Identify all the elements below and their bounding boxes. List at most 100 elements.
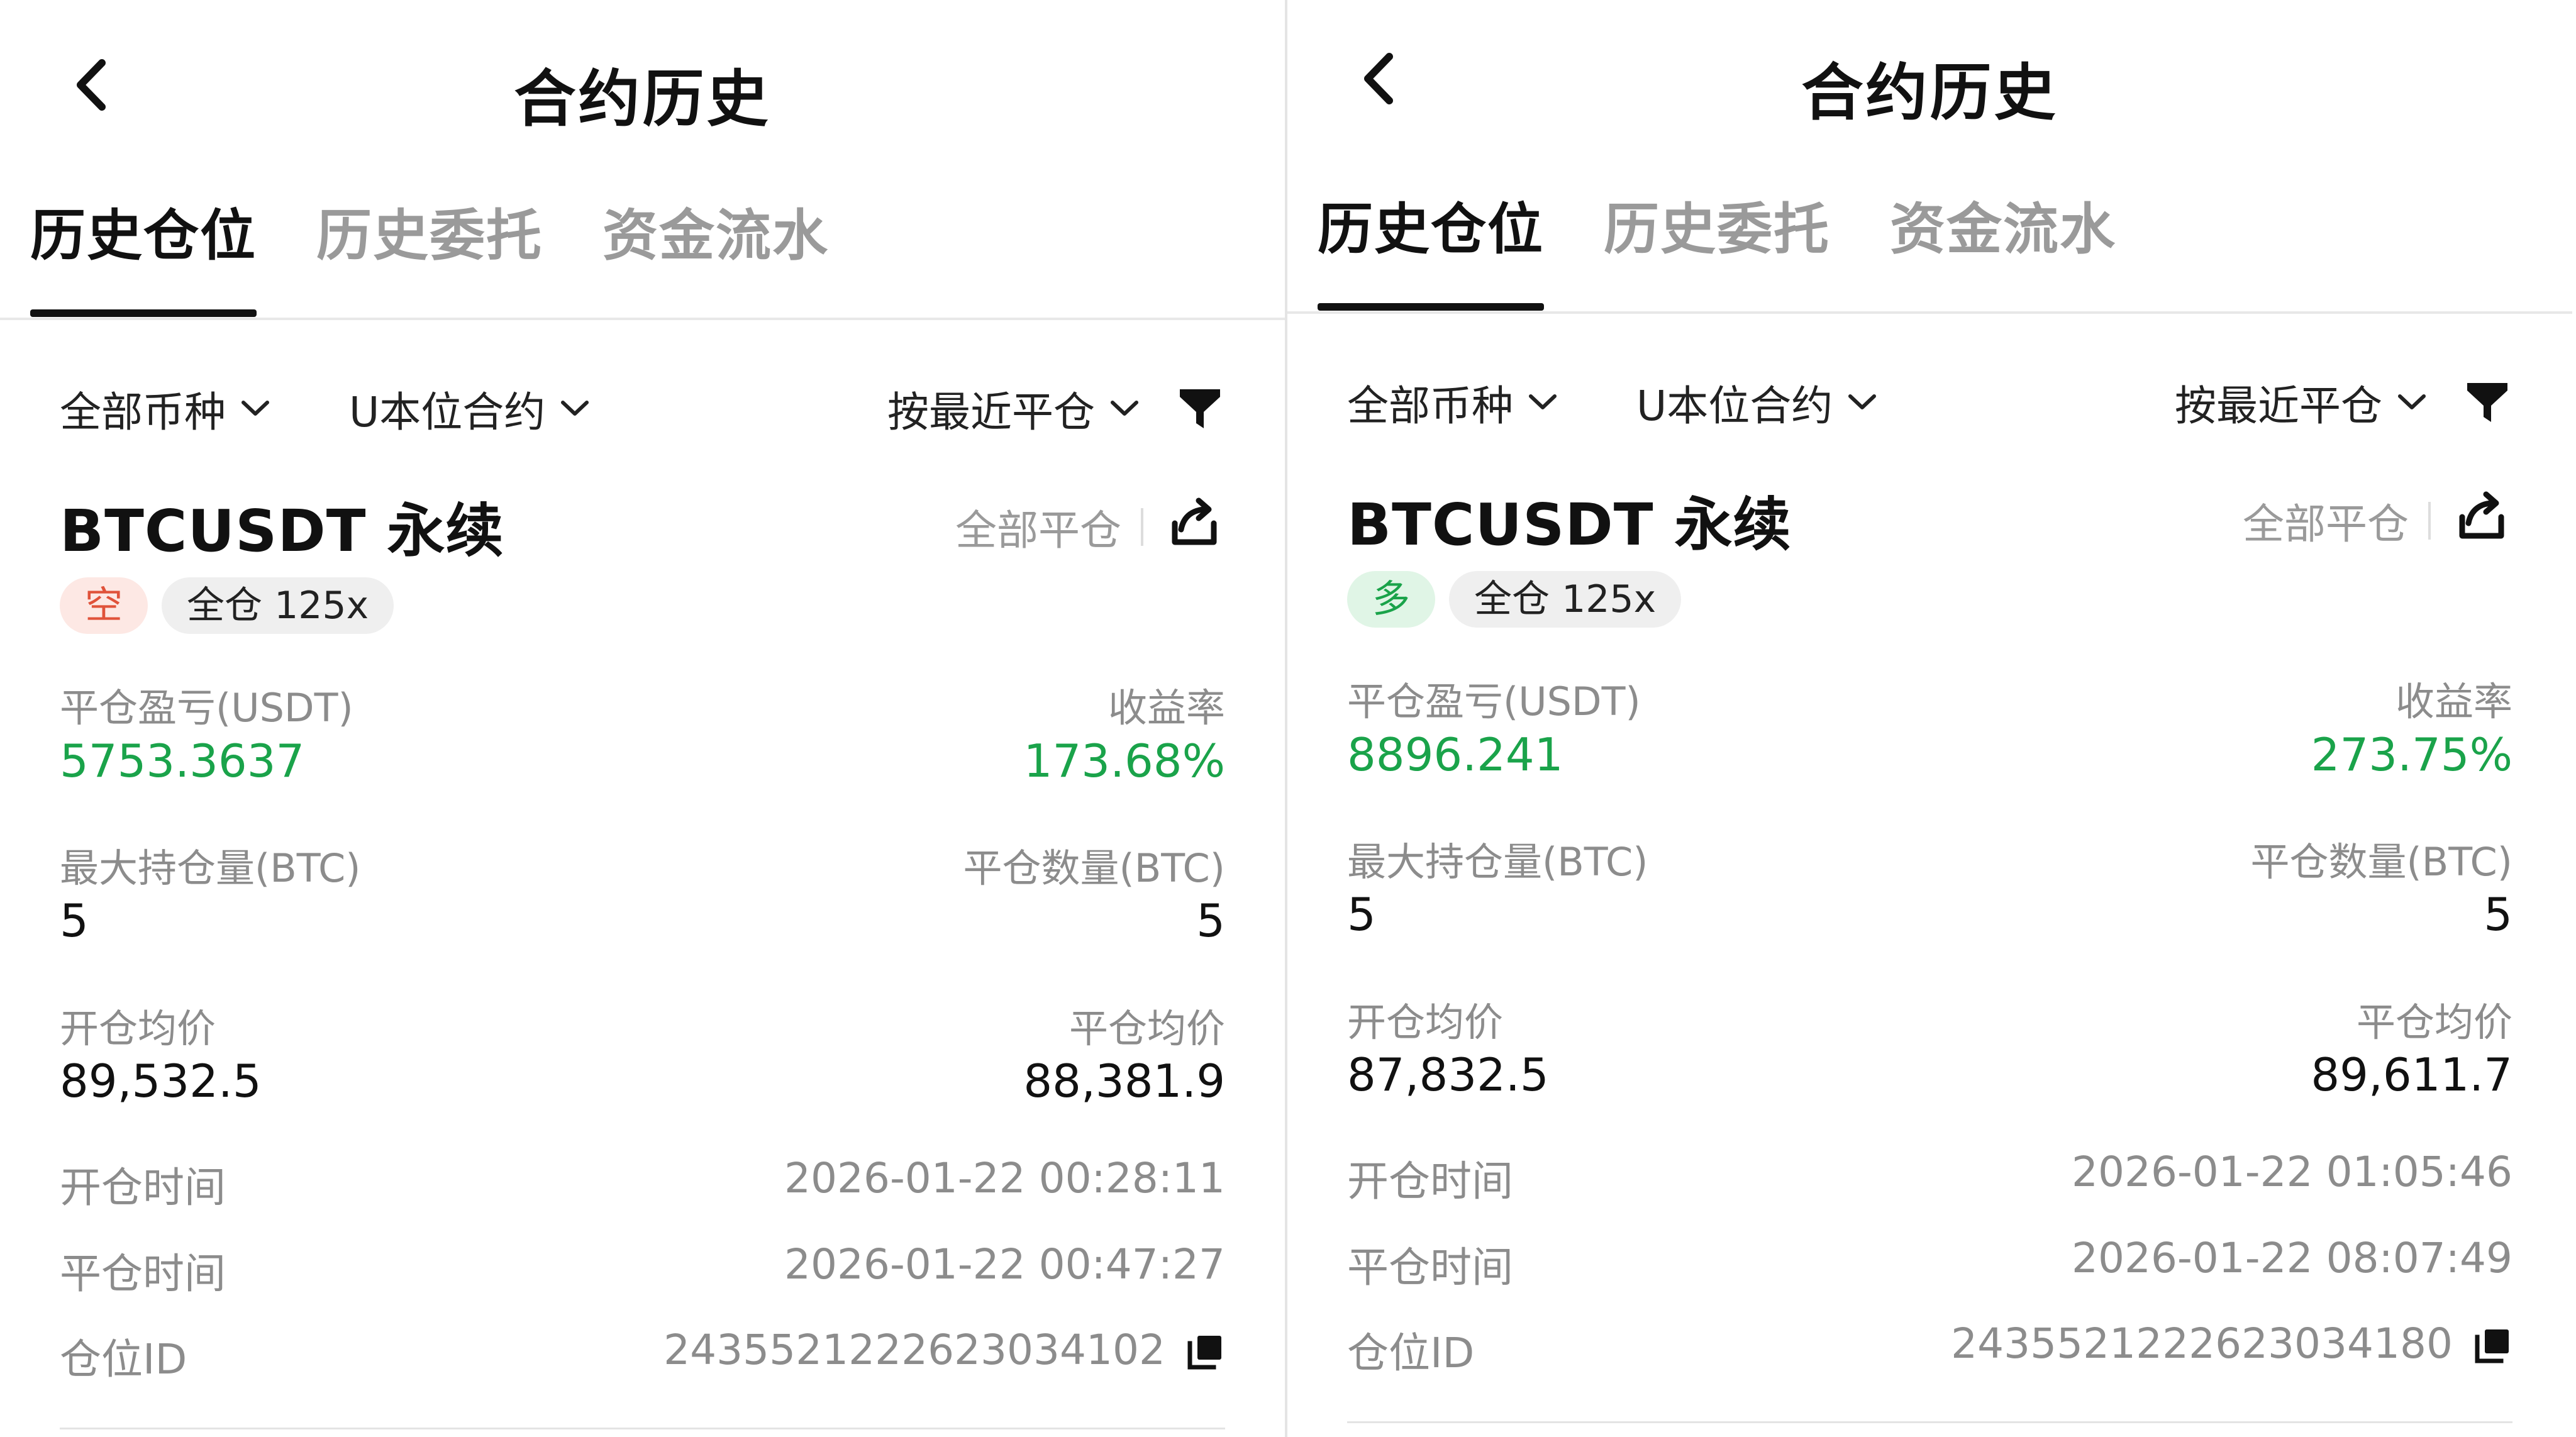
max-position-label: 最大持仓量(BTC) [1347,839,1648,885]
qty-label-row: 最大持仓量(BTC) 平仓数量(BTC) [1347,830,2512,887]
close-time-row: 平仓时间 2026-01-22 08:07:49 [1347,1234,2512,1292]
qty-value-row: 5 5 [1347,888,2512,951]
filter-bar: 全部币种 U本位合约 按最近平仓 [1347,368,2512,437]
close-avg-price-value: 89,611.7 [2311,1048,2512,1101]
open-avg-price-label: 开仓均价 [60,1006,216,1051]
tab-bar: 历史仓位 历史委托 资金流水 [30,189,889,317]
position-id-value: 2435521222623034102 [663,1326,1165,1374]
margin-mode-badge: 全仓 125x [162,577,394,634]
open-avg-price-value: 89,532.5 [60,1055,262,1107]
filter-funnel-icon[interactable] [1175,383,1225,433]
open-time-label: 开仓时间 [1347,1157,1513,1206]
header: 合约历史 [0,25,1285,135]
max-position-label: 最大持仓量(BTC) [60,845,361,891]
contract-filter-label: U本位合约 [1636,382,1833,430]
price-value-row: 87,832.5 89,611.7 [1347,1048,2512,1111]
sort-dropdown[interactable]: 按最近平仓 [887,374,1140,443]
tab-fund-flow[interactable]: 资金流水 [602,189,829,314]
copy-icon[interactable] [1185,1332,1225,1372]
position-id-value: 2435521222623034180 [1951,1319,2453,1368]
max-position-value: 5 [1347,888,1376,941]
open-time-value: 2026-01-22 00:28:11 [784,1154,1225,1202]
tab-divider [0,318,1285,320]
qty-label-row: 最大持仓量(BTC) 平仓数量(BTC) [60,836,1225,893]
separator [1141,508,1143,546]
coin-filter-dropdown[interactable]: 全部币种 [1347,368,1558,437]
margin-mode-badge: 全仓 125x [1449,571,1682,628]
open-time-value: 2026-01-22 01:05:46 [2072,1148,2512,1196]
price-value-row: 89,532.5 88,381.9 [60,1055,1225,1118]
contract-filter-label: U本位合约 [349,388,546,436]
open-time-row: 开仓时间 2026-01-22 00:28:11 [60,1154,1225,1212]
chevron-down-icon [2398,394,2426,409]
copy-icon[interactable] [2472,1326,2512,1366]
pnl-label-row: 平仓盈亏(USDT) 收益率 [1347,670,2512,726]
filter-funnel-icon[interactable] [2462,377,2512,427]
history-pane-1: 合约历史 历史仓位 历史委托 资金流水 全部币种 U本位合约 按最近平仓 BTC… [0,0,1285,1437]
tab-history-orders[interactable]: 历史委托 [1604,182,1830,308]
history-pane-2: 合约历史 历史仓位 历史委托 资金流水 全部币种 U本位合约 按最近平仓 BTC… [1287,0,2572,1431]
pnl-label: 平仓盈亏(USDT) [1347,679,1641,724]
page-title: 合约历史 [514,64,771,135]
pnl-label-row: 平仓盈亏(USDT) 收益率 [60,676,1225,733]
open-avg-price-label: 开仓均价 [1347,999,1504,1045]
chevron-down-icon [561,401,589,416]
position-id-label: 仓位ID [1347,1329,1475,1377]
position-id-row: 仓位ID 2435521222623034102 [60,1326,1225,1384]
coin-filter-dropdown[interactable]: 全部币种 [60,374,271,443]
close-quantity-label: 平仓数量(BTC) [963,845,1225,891]
tab-history-orders[interactable]: 历史委托 [316,189,543,314]
separator [2428,502,2431,540]
close-time-label: 平仓时间 [60,1250,226,1298]
sort-label: 按最近平仓 [887,388,1095,436]
tab-bar: 历史仓位 历史委托 资金流水 [1318,182,2176,311]
roi-label: 收益率 [2395,679,2512,724]
card-divider [1347,1421,2512,1423]
contract-filter-dropdown[interactable]: U本位合约 [1636,368,1878,437]
qty-value-row: 5 5 [60,894,1225,957]
pnl-value: 8896.241 [1347,728,1563,781]
price-label-row: 开仓均价 平仓均价 [60,997,1225,1053]
filter-bar: 全部币种 U本位合约 按最近平仓 [60,374,1225,443]
roi-value: 273.75% [2311,728,2512,781]
contract-symbol: BTCUSDT 永续 [60,497,504,565]
badges: 多 全仓 125x [1347,571,1695,628]
tab-fund-flow[interactable]: 资金流水 [1890,182,2116,308]
card-divider [60,1428,1225,1429]
side-badge: 多 [1347,571,1435,628]
side-badge: 空 [60,577,148,634]
max-position-value: 5 [60,894,89,947]
open-avg-price-value: 87,832.5 [1347,1048,1549,1101]
close-time-value: 2026-01-22 00:47:27 [784,1240,1225,1289]
position-id-label: 仓位ID [60,1335,187,1384]
close-avg-price-label: 平仓均价 [2356,999,2512,1045]
contract-filter-dropdown[interactable]: U本位合约 [349,374,591,443]
chevron-down-icon [1529,394,1557,409]
close-all-button[interactable]: 全部平仓 [2243,491,2409,551]
open-time-row: 开仓时间 2026-01-22 01:05:46 [1347,1148,2512,1206]
page-title: 合约历史 [1801,57,2058,129]
badges: 空 全仓 125x [60,577,408,634]
tab-divider [1287,311,2572,314]
pnl-label: 平仓盈亏(USDT) [60,685,353,731]
coin-filter-label: 全部币种 [1347,382,1513,430]
tab-history-positions[interactable]: 历史仓位 [1318,182,1545,311]
position-id-row: 仓位ID 2435521222623034180 [1347,1319,2512,1377]
sort-label: 按最近平仓 [2175,382,2382,430]
contract-symbol: BTCUSDT 永续 [1347,491,1792,558]
tab-history-positions[interactable]: 历史仓位 [30,189,257,317]
close-time-label: 平仓时间 [1347,1243,1513,1292]
close-avg-price-value: 88,381.9 [1023,1055,1225,1107]
chevron-down-icon [1848,394,1877,409]
chevron-down-icon [242,401,269,416]
sort-dropdown[interactable]: 按最近平仓 [2175,368,2428,437]
pnl-value: 5753.3637 [60,735,305,787]
share-icon[interactable] [2450,484,2512,547]
close-quantity-value: 5 [2484,888,2512,941]
close-time-row: 平仓时间 2026-01-22 00:47:27 [60,1240,1225,1298]
pnl-value-row: 8896.241 273.75% [1347,728,2512,791]
close-all-button[interactable]: 全部平仓 [955,497,1121,557]
share-icon[interactable] [1162,491,1225,553]
close-time-value: 2026-01-22 08:07:49 [2072,1234,2512,1282]
open-time-label: 开仓时间 [60,1163,226,1212]
